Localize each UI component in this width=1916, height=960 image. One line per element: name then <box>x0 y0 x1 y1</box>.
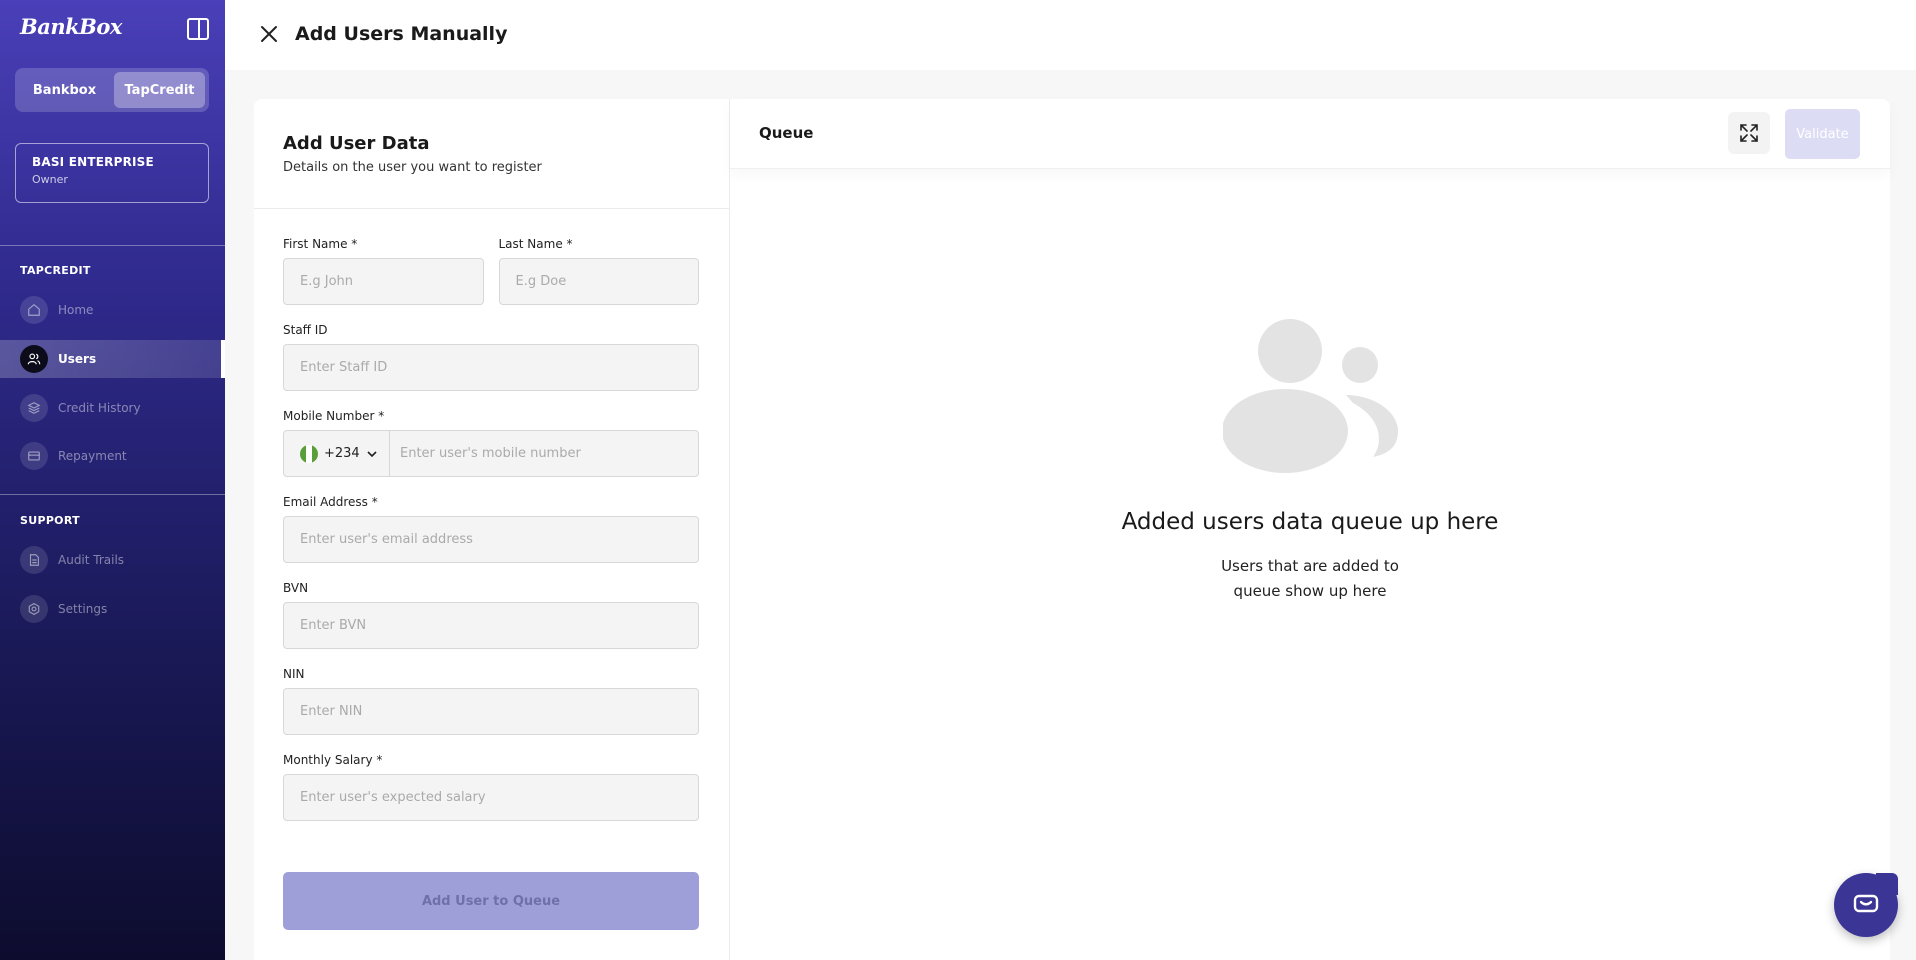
monthly-salary-input[interactable]: Enter user's expected salary <box>283 774 699 821</box>
switch-tapcredit[interactable]: TapCredit <box>114 72 205 108</box>
org-role: Owner <box>32 173 68 186</box>
bvn-input[interactable]: Enter BVN <box>283 602 699 649</box>
users-placeholder-icon <box>1223 319 1398 473</box>
expand-icon <box>1740 124 1758 142</box>
sidebar-item-audit-trails[interactable]: Audit Trails <box>0 541 225 579</box>
layers-icon <box>20 394 48 422</box>
switch-bankbox[interactable]: Bankbox <box>19 72 110 108</box>
page-title: Add Users Manually <box>295 23 508 45</box>
form-subtitle: Details on the user you want to register <box>283 160 542 175</box>
users-icon <box>20 345 48 373</box>
sidebar-item-label: Audit Trails <box>58 553 125 567</box>
first-name-input[interactable]: E.g John <box>283 258 484 305</box>
org-name: BASI ENTERPRISE <box>32 155 154 169</box>
monthly-salary-label: Monthly Salary * <box>283 753 383 767</box>
mobile-number-input[interactable]: Enter user's mobile number <box>390 446 581 461</box>
chevron-down-icon <box>367 450 377 457</box>
close-icon[interactable] <box>259 24 279 44</box>
product-switcher: Bankbox TapCredit <box>15 68 209 112</box>
sidebar-collapse-icon[interactable] <box>187 18 209 40</box>
sidebar-item-home[interactable]: Home <box>0 291 225 329</box>
home-icon <box>20 296 48 324</box>
email-label: Email Address * <box>283 495 378 509</box>
section-label-support: SUPPORT <box>20 514 80 527</box>
form-title: Add User Data <box>283 133 430 154</box>
nigeria-flag-icon <box>300 444 318 463</box>
bvn-label: BVN <box>283 581 309 595</box>
sidebar-item-label: Users <box>58 352 97 366</box>
gear-icon <box>20 595 48 623</box>
chat-icon <box>1853 894 1879 913</box>
sidebar-item-label: Settings <box>58 602 108 616</box>
sidebar-item-users[interactable]: Users <box>0 340 225 378</box>
queue-header: Queue Validate <box>730 99 1890 169</box>
sidebar-item-repayment[interactable]: Repayment <box>0 437 225 475</box>
add-user-form-panel: Add User Data Details on the user you wa… <box>254 99 730 960</box>
sidebar-item-label: Repayment <box>58 449 127 463</box>
organization-card[interactable]: BASI ENTERPRISE Owner <box>15 143 209 203</box>
expand-button[interactable] <box>1728 112 1770 154</box>
mobile-number-field: +234 Enter user's mobile number <box>283 430 699 477</box>
queue-panel: Queue Validate Added users data queue up… <box>730 99 1890 960</box>
mobile-number-label: Mobile Number * <box>283 409 385 423</box>
nin-label: NIN <box>283 667 305 681</box>
bankbox-logo[interactable]: BankBox <box>20 14 122 39</box>
last-name-input[interactable]: E.g Doe <box>498 258 699 305</box>
staff-id-label: Staff ID <box>283 323 328 337</box>
sidebar: BankBox Bankbox TapCredit BASI ENTERPRIS… <box>0 0 225 960</box>
wallet-icon <box>20 442 48 470</box>
staff-id-input[interactable]: Enter Staff ID <box>283 344 699 391</box>
sidebar-item-settings[interactable]: Settings <box>0 590 225 628</box>
empty-state-subtitle: Users that are added to queue show up he… <box>1221 557 1399 600</box>
sidebar-item-label: Credit History <box>58 401 141 415</box>
country-code: +234 <box>324 446 360 461</box>
top-header: Add Users Manually <box>225 0 1916 70</box>
document-icon <box>20 546 48 574</box>
form-header: Add User Data Details on the user you wa… <box>254 99 729 209</box>
empty-state-title: Added users data queue up here <box>1121 509 1499 535</box>
country-code-select[interactable]: +234 <box>284 431 390 476</box>
nin-input[interactable]: Enter NIN <box>283 688 699 735</box>
divider <box>0 494 225 495</box>
sidebar-item-label: Home <box>58 303 94 317</box>
sidebar-item-credit-history[interactable]: Credit History <box>0 389 225 427</box>
queue-title: Queue <box>759 124 814 142</box>
first-name-label: First Name * <box>283 237 358 251</box>
divider <box>0 245 225 246</box>
email-input[interactable]: Enter user's email address <box>283 516 699 563</box>
form-fields[interactable]: First Name * E.g John Last Name * E.g Do… <box>283 237 699 829</box>
section-label-tapcredit: TAPCREDIT <box>20 264 91 277</box>
validate-button[interactable]: Validate <box>1785 109 1860 159</box>
chat-button[interactable] <box>1834 873 1898 937</box>
add-user-to-queue-button[interactable]: Add User to Queue <box>283 872 699 930</box>
last-name-label: Last Name * <box>498 237 573 251</box>
